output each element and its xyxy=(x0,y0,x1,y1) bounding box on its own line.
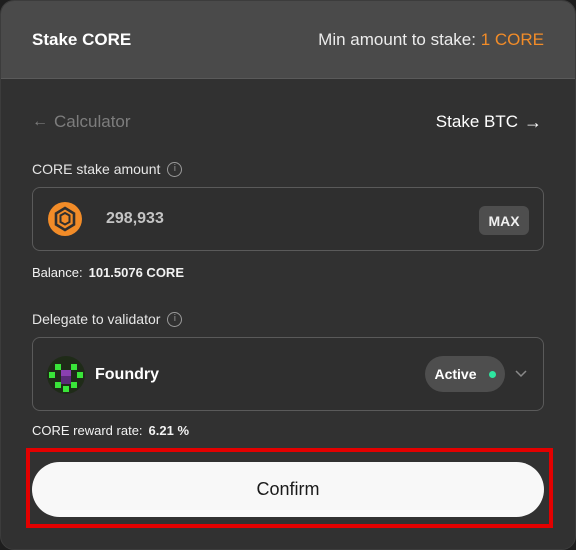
nav-row: ← Calculator Stake BTC → xyxy=(32,109,542,135)
min-stake-label: Min amount to stake: xyxy=(318,29,481,49)
min-stake-info: Min amount to stake: 1 CORE xyxy=(318,30,544,50)
delegate-label: Delegate to validator i xyxy=(32,311,183,327)
balance-label: Balance: xyxy=(32,265,83,280)
stake-amount-value: 298,933 xyxy=(106,210,164,227)
stake-amount-label: CORE stake amount i xyxy=(32,161,183,177)
reward-rate-line: CORE reward rate: 6.21 % xyxy=(32,423,189,438)
stake-btc-link[interactable]: Stake BTC → xyxy=(436,112,542,133)
calculator-label: Calculator xyxy=(54,112,131,131)
status-dot-icon xyxy=(488,370,496,378)
stake-btc-label: Stake BTC xyxy=(435,112,518,131)
panel-title: Stake CORE xyxy=(32,29,132,49)
arrow-left-icon: ← xyxy=(32,113,48,130)
panel-header: Stake CORE Min amount to stake: 1 CORE xyxy=(1,1,575,79)
info-icon[interactable]: i xyxy=(167,161,183,177)
reward-rate-label: CORE reward rate: xyxy=(32,423,143,438)
stake-amount-label-text: CORE stake amount xyxy=(32,161,161,177)
status-label: Active xyxy=(434,366,477,382)
status-badge: Active xyxy=(425,356,505,392)
confirm-button[interactable]: Confirm xyxy=(32,462,544,517)
core-token-icon xyxy=(48,202,82,236)
stake-panel: Stake CORE Min amount to stake: 1 CORE ←… xyxy=(0,0,576,550)
calculator-link[interactable]: ← Calculator xyxy=(32,112,131,132)
chevron-down-icon[interactable] xyxy=(514,366,528,380)
delegate-label-text: Delegate to validator xyxy=(32,311,161,327)
balance-value: 101.5076 CORE xyxy=(88,265,184,280)
arrow-right-icon: → xyxy=(524,111,542,132)
info-icon[interactable]: i xyxy=(167,311,183,327)
balance-line: Balance: 101.5076 CORE xyxy=(32,265,184,280)
stake-amount-input[interactable]: 298,933 MAX xyxy=(32,187,544,251)
validator-avatar xyxy=(47,356,85,394)
min-stake-value: 1 CORE xyxy=(480,29,544,49)
reward-rate-value: 6.21 % xyxy=(148,423,190,438)
max-button[interactable]: MAX xyxy=(479,206,529,235)
validator-name: Foundry xyxy=(95,366,159,383)
validator-select[interactable]: Foundry Active xyxy=(32,337,544,411)
